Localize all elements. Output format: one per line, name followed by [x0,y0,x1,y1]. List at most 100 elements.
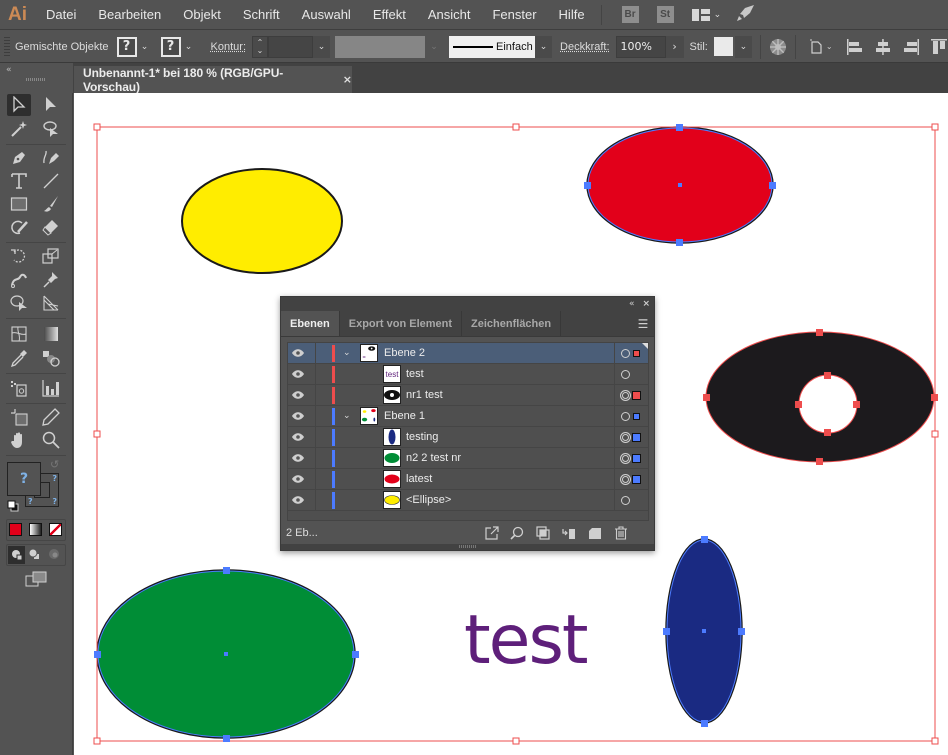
handle-top-left[interactable] [93,123,101,131]
pen-tool-icon[interactable] [7,147,31,169]
visibility-eye-icon[interactable] [291,432,305,442]
draw-normal-button[interactable] [8,546,25,564]
eyedropper-tool-icon[interactable] [7,347,31,369]
menu-bearbeiten[interactable]: Bearbeiten [98,7,161,22]
gradient-tool-icon[interactable] [39,323,63,345]
target-appearance-icon[interactable] [620,431,631,443]
target-icon[interactable] [621,411,630,421]
slice-tool-icon[interactable] [39,406,63,428]
handle-middle-right[interactable] [931,430,939,438]
expand-chevron-icon[interactable]: ⌄ [343,348,351,358]
create-sublayer-icon[interactable] [562,526,576,540]
anchor-point[interactable] [738,628,745,635]
close-tab-icon[interactable]: × [343,73,352,86]
visibility-eye-icon[interactable] [291,453,305,463]
anchor-point[interactable] [931,394,938,401]
artboard-tool-icon[interactable] [7,406,31,428]
align-top-icon[interactable] [930,38,947,55]
handle-bottom-middle[interactable] [512,737,520,745]
menu-effekt[interactable]: Effekt [373,7,406,22]
anchor-point[interactable] [94,651,101,658]
scale-tool-icon[interactable] [39,245,63,267]
direct-selection-tool-icon[interactable] [39,94,63,116]
selection-indicator[interactable] [633,412,640,420]
layer-row[interactable]: ⌄ Ebene 2 [288,343,648,364]
visibility-eye-icon[interactable] [291,390,305,400]
target-icon[interactable] [621,348,630,358]
blend-tool-icon[interactable] [39,347,63,369]
fill-indicator[interactable]: ? [7,462,41,496]
anchor-point[interactable] [703,394,710,401]
visibility-eye-icon[interactable] [291,411,305,421]
layer-name[interactable]: n2 2 test nr [406,452,461,464]
magic-wand-tool-icon[interactable] [7,118,31,140]
align-horizontal-center-icon[interactable] [875,38,891,55]
handle-bottom-right[interactable] [931,737,939,745]
handle-top-right[interactable] [931,123,939,131]
column-graph-tool-icon[interactable] [39,377,63,399]
stroke-weight-input[interactable] [268,35,314,58]
draw-behind-button[interactable] [28,548,40,563]
shaper-tool-icon[interactable] [7,216,31,238]
panel-menu-icon[interactable]: ☰ [632,311,654,336]
close-panel-icon[interactable]: × [642,299,650,309]
line-tool-icon[interactable] [39,170,63,192]
shape-builder-tool-icon[interactable] [7,292,31,314]
expand-chevron-icon[interactable]: ⌄ [343,411,351,421]
default-colors-icon[interactable] [7,500,19,515]
paintbrush-tool-icon[interactable] [39,193,63,215]
selection-indicator[interactable] [632,453,641,463]
layer-name[interactable]: Ebene 1 [384,410,425,422]
panel-resize-handle[interactable] [281,544,654,550]
anchor-point[interactable] [701,536,708,543]
tab-zeichenflaechen[interactable]: Zeichenflächen [462,311,562,336]
stock-button[interactable]: St [656,6,674,23]
width-tool-icon[interactable] [7,269,31,291]
handle-middle-left[interactable] [93,430,101,438]
perspective-grid-tool-icon[interactable] [39,292,63,314]
recolor-artwork-icon[interactable] [769,38,787,56]
target-appearance-icon[interactable] [620,389,631,401]
anchor-point[interactable] [584,182,591,189]
menu-ansicht[interactable]: Ansicht [428,7,471,22]
fill-stroke-swap-icon[interactable]: ↺ [50,458,59,471]
ellipse-yellow[interactable] [181,168,343,274]
anchor-point[interactable] [824,429,831,436]
selection-indicator[interactable] [632,390,641,400]
make-clipping-mask-icon[interactable] [536,526,550,540]
anchor-point[interactable] [676,239,683,246]
anchor-point[interactable] [223,735,230,742]
layer-row[interactable]: <Ellipse> [288,490,648,511]
stroke-weight-dropdown[interactable]: ⌄ [313,35,331,58]
mesh-tool-icon[interactable] [7,323,31,345]
rectangle-tool-icon[interactable] [7,193,31,215]
rocket-icon[interactable] [737,5,755,24]
collapse-panel-icon[interactable]: « [629,299,635,309]
toolbar-grip[interactable] [26,78,46,81]
anchor-point[interactable] [769,182,776,189]
panel-grip[interactable] [4,36,10,57]
anchor-point[interactable] [352,651,359,658]
handle-top-middle[interactable] [512,123,520,131]
gradient-button[interactable] [29,523,42,536]
align-right-icon[interactable] [903,38,919,55]
brush-definition-dropdown[interactable]: ⌄ [535,35,553,58]
layer-row[interactable]: testing [288,427,648,448]
tab-export-von-element[interactable]: Export von Element [340,311,463,336]
selection-indicator[interactable] [632,474,641,484]
align-left-icon[interactable] [846,38,863,55]
menu-auswahl[interactable]: Auswahl [302,7,351,22]
selection-tool-icon[interactable] [7,94,31,116]
visibility-eye-icon[interactable] [291,348,305,358]
collapse-toolbar-icon[interactable]: « [6,65,12,75]
stroke-dropdown[interactable]: ⌄ [181,37,197,57]
opacity-label[interactable]: Deckkraft: [560,41,610,53]
layer-name[interactable]: nr1 test [406,389,443,401]
brush-definition-select[interactable]: Einfach [449,35,536,58]
menu-datei[interactable]: Datei [46,7,76,22]
eraser-tool-icon[interactable] [39,216,63,238]
fill-swatch[interactable]: ? [116,36,137,57]
stroke-swatch[interactable]: ? [160,36,181,57]
anchor-point[interactable] [223,567,230,574]
selection-indicator[interactable] [632,432,641,442]
